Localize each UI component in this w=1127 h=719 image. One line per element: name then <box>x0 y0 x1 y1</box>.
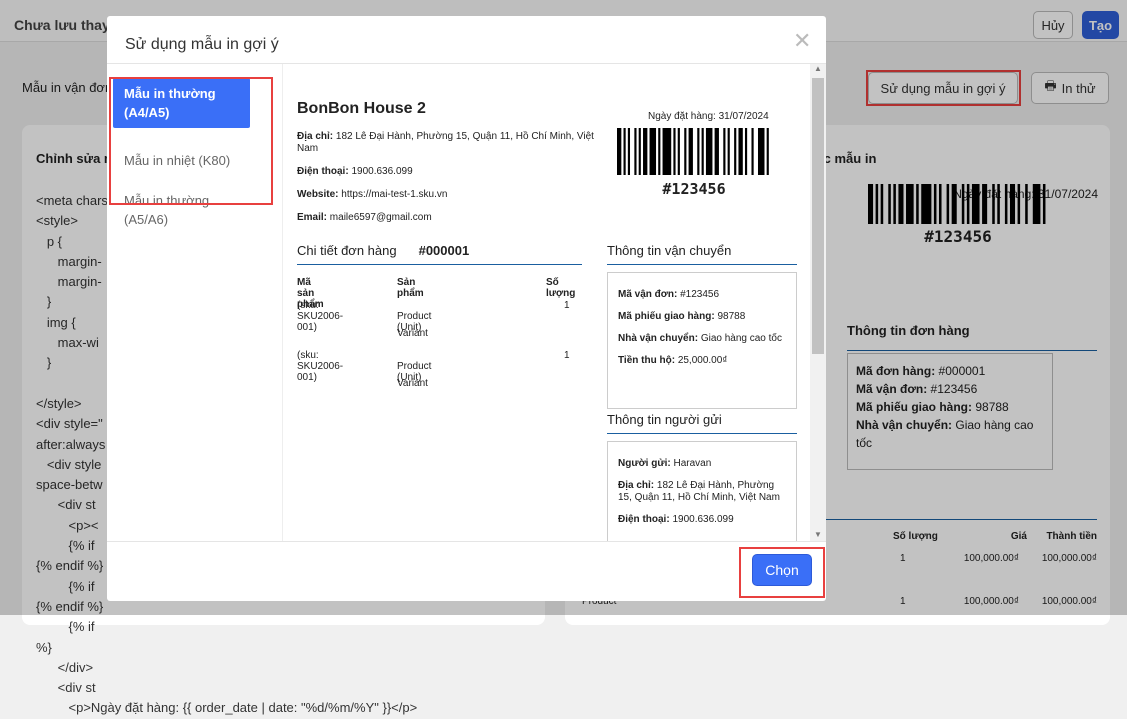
info-label: Mã phiếu giao hàng: <box>618 311 715 322</box>
info-row: Tiền thu hộ: 25,000.00₫ <box>618 355 786 367</box>
suggested-template-modal: Sử dụng mẫu in gợi ý ✕ Mẫu in thường (A4… <box>107 16 826 601</box>
info-row: Mã vận đơn: #123456 <box>618 289 786 301</box>
barcode-bar <box>751 128 754 175</box>
order-detail-title: Chi tiết đơn hàng #000001 <box>297 243 582 265</box>
barcode-bar <box>727 128 730 175</box>
table-cell: Sản phẩm <box>397 277 424 299</box>
barcode-bar <box>714 128 719 175</box>
scroll-up-icon[interactable]: ▲ <box>810 64 826 73</box>
template-preview: BonBon House 2 Địa chỉ: 182 Lê Đại Hành,… <box>283 64 810 541</box>
preview-scrollbar[interactable]: ▲ ▼ <box>810 64 826 541</box>
highlight-box <box>109 77 273 205</box>
info-label: Nhà vận chuyển: <box>618 333 699 344</box>
code-line: <p>Ngày đặt hàng: {{ order_date | date: … <box>36 700 418 716</box>
barcode-bar <box>684 128 687 175</box>
scroll-down-icon[interactable]: ▼ <box>810 530 826 539</box>
website-value: https://mai-test-1.sku.vn <box>341 189 448 200</box>
barcode-bar <box>697 128 700 175</box>
modal-title: Sử dụng mẫu in gợi ý <box>125 36 279 53</box>
store-name: BonBon House 2 <box>297 100 426 117</box>
barcode-bar <box>658 128 661 175</box>
table-cell: Variant <box>397 378 428 389</box>
sender-box: Người gửi: Haravan Địa chỉ: 182 Lê Đại Hà… <box>607 441 797 541</box>
table-cell: (sku: SKU2006-001) <box>297 350 344 383</box>
info-label: Mã vận đơn: <box>618 289 678 300</box>
sender-title: Thông tin người gửi <box>607 412 797 434</box>
barcode-bar <box>734 128 737 175</box>
info-label: Tiền thu hộ: <box>618 355 676 366</box>
info-row: Địa chỉ: 182 Lê Đại Hành, Phường 15, Quậ… <box>618 480 786 504</box>
phone-value: 1900.636.099 <box>351 166 413 177</box>
info-row: Mã phiếu giao hàng: 98788 <box>618 311 786 323</box>
code-line: %} <box>36 639 52 655</box>
detail-title: Chi tiết đơn hàng <box>297 243 397 258</box>
info-value: Giao hàng cao tốc <box>700 333 782 344</box>
store-phone: Điện thoại: 1900.636.099 <box>297 166 413 177</box>
phone-label: Điện thoại: <box>297 166 349 177</box>
barcode <box>617 128 769 175</box>
modal-body: Mẫu in thường (A4/A5) Mẫu in nhiệt (K80) M… <box>107 64 826 541</box>
close-icon[interactable]: ✕ <box>793 28 811 54</box>
table-cell: 1 <box>564 350 570 361</box>
info-label: Người gửi: <box>618 458 671 469</box>
info-value: 1900.636.099 <box>672 514 734 525</box>
barcode-bar <box>634 128 637 175</box>
barcode-bar <box>705 128 713 175</box>
highlight-box <box>739 547 825 598</box>
barcode-bar <box>757 128 765 175</box>
barcode-bar <box>623 128 626 175</box>
email-value: maile6597@gmail.com <box>329 212 432 223</box>
barcode-number: #123456 <box>662 180 726 198</box>
barcode-bar <box>701 128 704 175</box>
shipping-title: Thông tin vận chuyển <box>607 243 797 265</box>
info-row: Nhà vận chuyển: Giao hàng cao tốc <box>618 333 786 345</box>
modal-footer: Chọn <box>107 541 826 601</box>
barcode-bar <box>673 128 676 175</box>
address-value: 182 Lê Đại Hành, Phường 15, Quận 11, Hồ … <box>297 131 594 154</box>
barcode-bar <box>744 128 748 175</box>
info-row: Điện thoại: 1900.636.099 <box>618 514 786 526</box>
barcode-bar <box>766 128 769 175</box>
shipping-box: Mã vận đơn: #123456 Mã phiếu giao hàng: 9… <box>607 272 797 409</box>
barcode-bar <box>638 128 641 175</box>
modal-header: Sử dụng mẫu in gợi ý ✕ <box>107 16 826 64</box>
code-line: <div st <box>36 680 96 696</box>
barcode-bar <box>738 128 743 175</box>
email-label: Email: <box>297 212 328 223</box>
barcode-bar <box>688 128 693 175</box>
address-label: Địa chỉ: <box>297 131 334 142</box>
barcode-bar <box>723 128 726 175</box>
info-value: Haravan <box>673 458 712 469</box>
website-label: Website: <box>297 189 339 200</box>
info-value: #123456 <box>680 289 720 300</box>
table-cell: 1 <box>564 300 570 311</box>
order-date: Ngày đặt hàng: 31/07/2024 <box>648 111 769 122</box>
store-website: Website: https://mai-test-1.sku.vn <box>297 189 447 200</box>
table-cell: (sku: SKU2006-001) <box>297 300 344 333</box>
barcode-bar <box>627 128 631 175</box>
store-address: Địa chỉ: 182 Lê Đại Hành, Phường 15, Quậ… <box>297 131 597 155</box>
barcode-bar <box>643 128 648 175</box>
code-line: {% if <box>36 619 95 635</box>
barcode-bar <box>617 128 622 175</box>
barcode-bar <box>677 128 680 175</box>
order-number: #000001 <box>418 243 470 258</box>
table-cell: Số lượng <box>546 277 576 299</box>
store-email: Email: maile6597@gmail.com <box>297 212 432 223</box>
table-cell: Variant <box>397 328 428 339</box>
info-value: 98788 <box>717 311 746 322</box>
barcode-bar <box>649 128 657 175</box>
info-value: 25,000.00₫ <box>677 355 728 366</box>
code-line: </div> <box>36 659 94 675</box>
info-label: Điện thoại: <box>618 514 670 525</box>
scrollbar-thumb[interactable] <box>812 78 824 354</box>
barcode-bar <box>662 128 672 175</box>
info-label: Địa chỉ: <box>618 480 655 491</box>
info-row: Người gửi: Haravan <box>618 458 786 470</box>
